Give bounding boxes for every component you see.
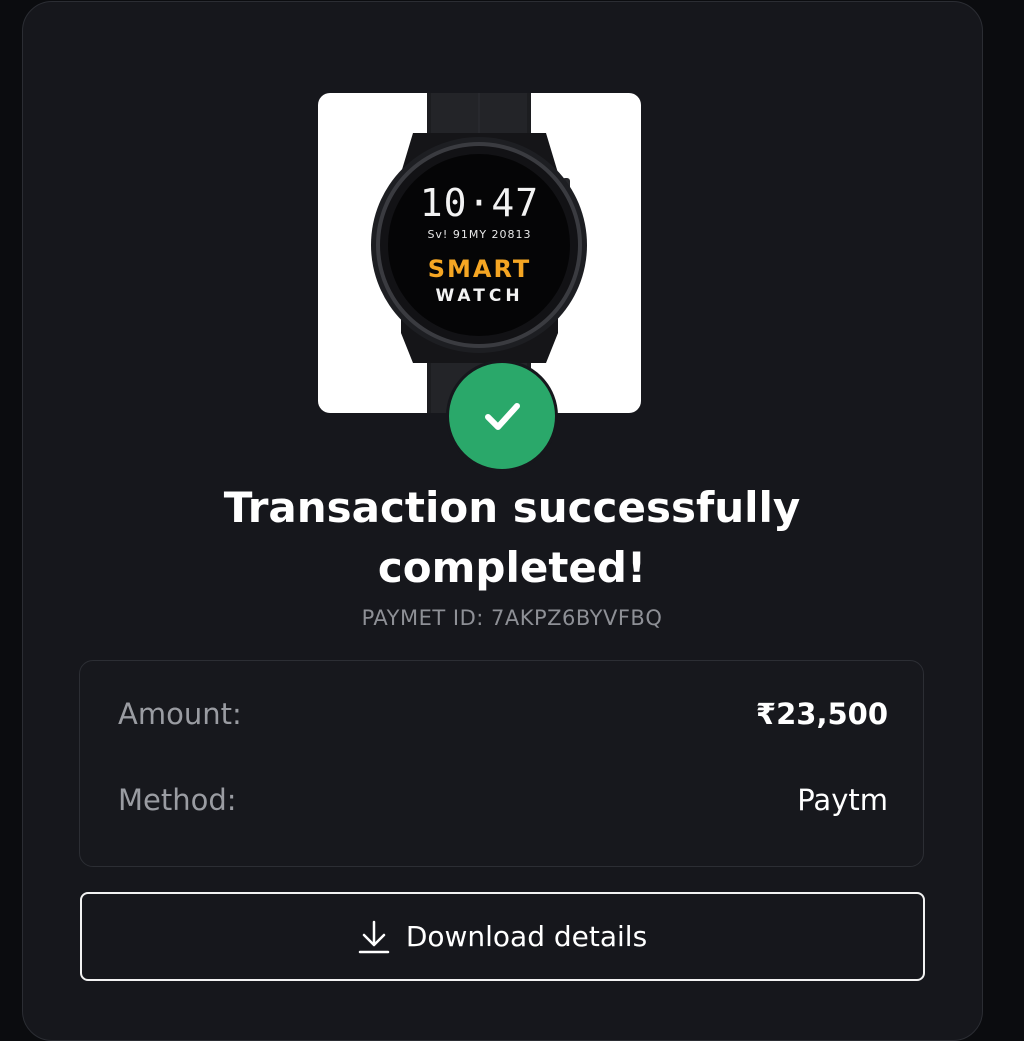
download-details-button[interactable]: Download details [80, 892, 925, 981]
payment-details-panel: Amount: ₹23,500 Method: Paytm [79, 660, 924, 867]
download-icon [358, 920, 390, 953]
amount-value: ₹23,500 [755, 697, 888, 731]
method-label: Method: [118, 783, 237, 817]
check-icon [485, 403, 520, 430]
payment-id: PAYMET ID: 7AKPZ6BYVFBQ [361, 606, 663, 630]
amount-label: Amount: [118, 697, 242, 731]
page-title: Transaction successfully completed! [223, 483, 801, 592]
success-badge [446, 360, 558, 472]
download-details-label: Download details [405, 920, 648, 953]
amount-row: Amount: ₹23,500 [118, 697, 888, 731]
method-row: Method: Paytm [118, 783, 888, 817]
method-value: Paytm [797, 783, 888, 817]
